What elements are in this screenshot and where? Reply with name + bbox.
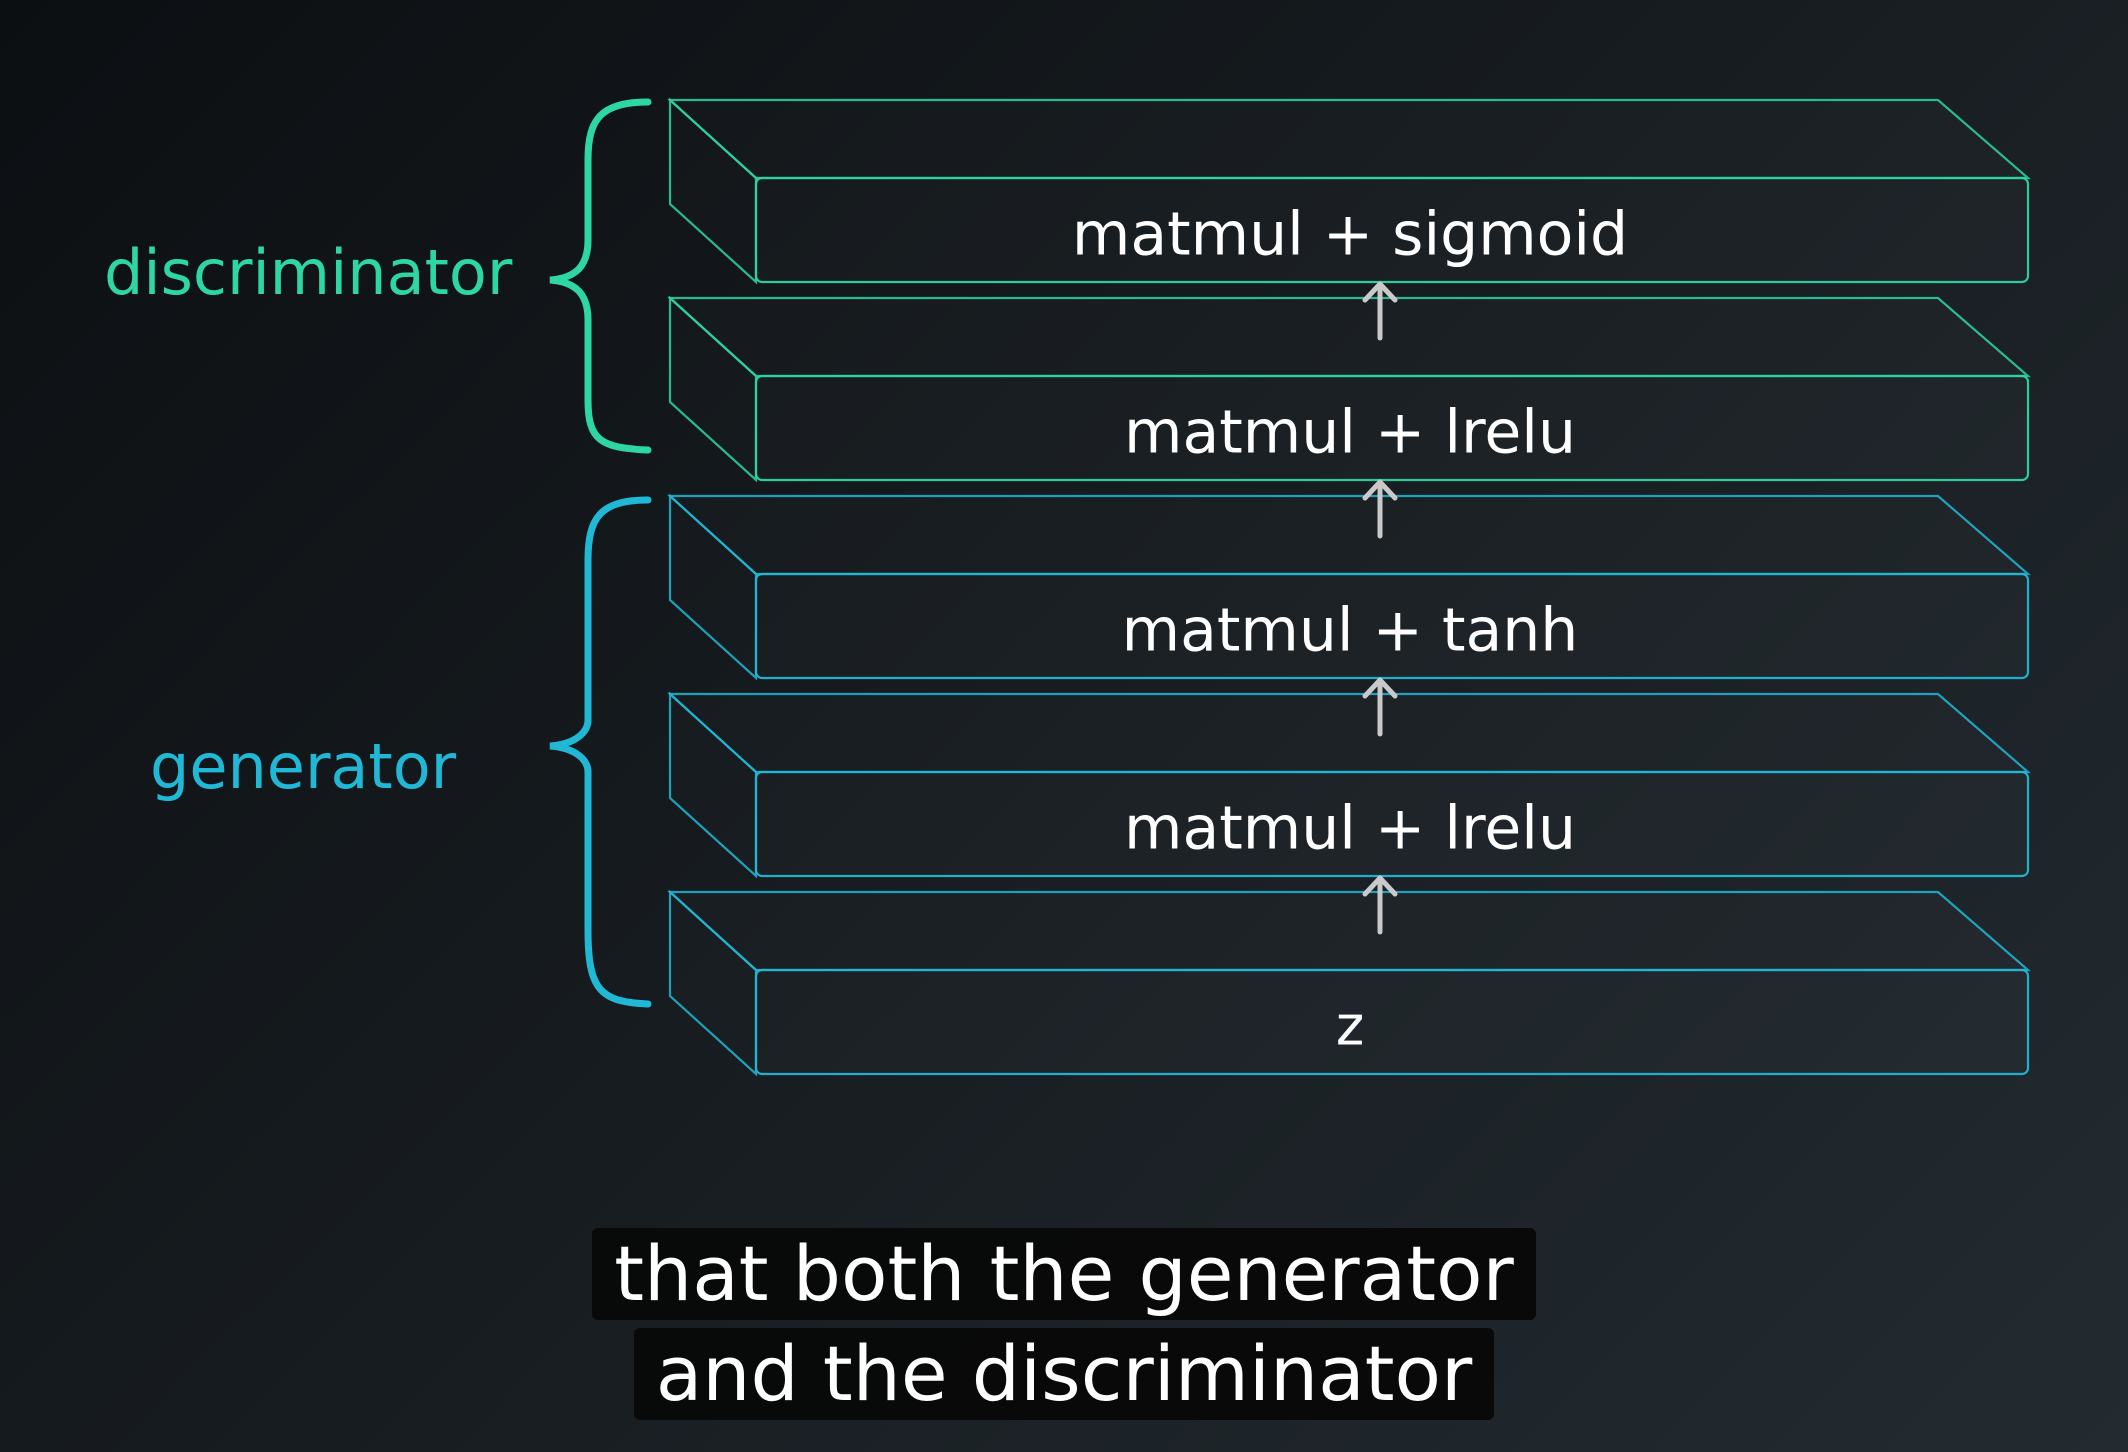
generator-label: generator xyxy=(150,730,457,803)
layer-label-2: matmul + tanh xyxy=(1122,596,1579,666)
layer-label-0: matmul + sigmoid xyxy=(1072,200,1628,270)
layer-top-face xyxy=(667,890,2031,972)
layer-boxes: matmul + sigmoid matmul + lrelu matmul + t… xyxy=(667,97,2031,1077)
discriminator-brace xyxy=(549,98,652,454)
layer-box-1: matmul + lrelu xyxy=(667,295,2031,483)
subtitle-line-2: and the discriminator xyxy=(0,1328,2128,1420)
subtitle-line-1: that both the generator xyxy=(0,1228,2128,1320)
subtitle-text-1: that both the generator xyxy=(592,1228,1536,1320)
layer-label-4: z xyxy=(1336,995,1364,1058)
layer-front-face xyxy=(754,968,2030,1076)
discriminator-label: discriminator xyxy=(104,236,513,309)
layer-label-1: matmul + lrelu xyxy=(1124,398,1576,468)
diagram-stage: matmul + sigmoid matmul + lrelu matmul + t… xyxy=(0,0,2128,1452)
layer-label-3: matmul + lrelu xyxy=(1124,794,1576,864)
layer-top-face xyxy=(667,692,2031,774)
layer-box-4: z xyxy=(667,889,2031,1077)
layer-box-3: matmul + lrelu xyxy=(667,691,2031,879)
layer-top-face xyxy=(667,494,2031,576)
layer-top-face xyxy=(667,98,2031,180)
generator-brace xyxy=(549,496,652,1008)
layer-box-2: matmul + tanh xyxy=(667,493,2031,681)
layer-box-0: matmul + sigmoid xyxy=(667,97,2031,285)
layer-top-face xyxy=(667,296,2031,378)
subtitle-text-2: and the discriminator xyxy=(633,1328,1495,1420)
